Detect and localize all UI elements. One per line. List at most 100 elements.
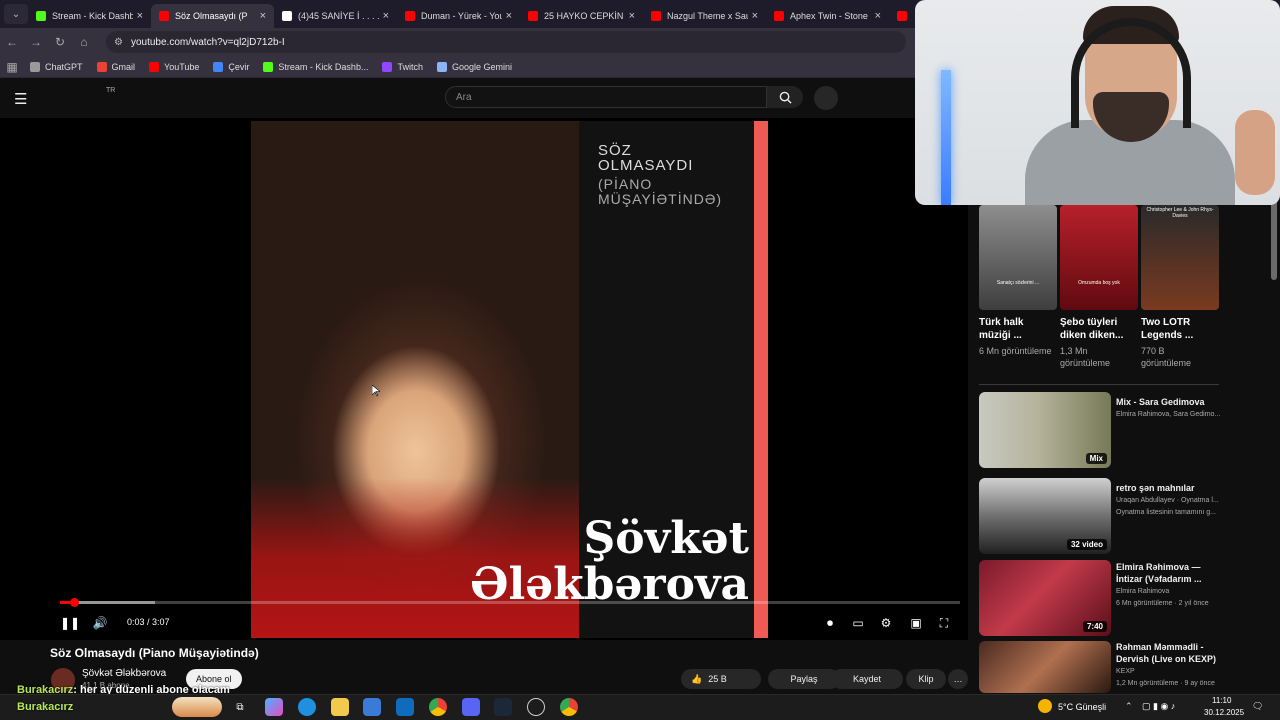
tab-close-icon[interactable]: ×	[875, 10, 881, 22]
site-info-icon[interactable]: ⚙	[114, 37, 123, 48]
progress-bar[interactable]	[60, 598, 960, 607]
rec-thumbnail-4[interactable]	[979, 641, 1111, 693]
steam-icon[interactable]	[494, 698, 512, 716]
rec-thumbnail-3[interactable]: 7:40	[979, 560, 1111, 636]
chrome-secondary-icon[interactable]	[560, 698, 578, 716]
apps-grid-icon[interactable]: ▦	[0, 60, 24, 74]
bookmark-label: Stream - Kick Dashb...	[278, 61, 369, 72]
menu-hamburger-icon[interactable]: ☰	[14, 90, 27, 108]
discord-icon[interactable]	[462, 698, 480, 716]
file-explorer-icon[interactable]	[331, 698, 349, 716]
browser-tab[interactable]: Aphex Twin - Stone In ×	[766, 4, 889, 28]
tab-favicon-icon	[159, 11, 169, 21]
region-label: TR	[106, 87, 116, 94]
settings-gear-icon[interactable]: ⚙	[878, 614, 894, 632]
like-button[interactable]: 👍 25 B	[681, 669, 761, 689]
subtitles-icon[interactable]: ▭	[850, 614, 866, 632]
fullscreen-icon[interactable]: ⛶	[936, 614, 952, 632]
chat-username-overlay: Burakacırz	[17, 701, 74, 713]
short-title-2[interactable]: Şebo tüyleri diken diken...	[1060, 316, 1136, 342]
progress-scrubber[interactable]	[70, 598, 80, 607]
browser-tab[interactable]: Nazgul Theme x Saur ×	[643, 4, 766, 28]
bookmark-favicon-icon	[263, 61, 274, 72]
bookmark-item[interactable]: Twitch	[382, 61, 423, 72]
tab-close-icon[interactable]: ×	[506, 10, 512, 22]
tray-time[interactable]: 11:10	[1212, 696, 1231, 705]
bookmark-item[interactable]: Google Gemini	[436, 61, 512, 72]
edge-icon[interactable]	[298, 698, 316, 716]
bookmark-item[interactable]: ChatGPT	[30, 61, 83, 72]
headset-icon	[1071, 18, 1191, 128]
bookmark-item[interactable]: Stream - Kick Dashb...	[263, 61, 369, 72]
bookmark-label: ChatGPT	[45, 61, 83, 72]
bookmark-item[interactable]: YouTube	[149, 61, 200, 72]
tray-date[interactable]: 30.12.2025	[1204, 708, 1244, 717]
video-player[interactable]: SÖZ OLMASAYDI (PİANO MÜŞAYİƏTİNDƏ) Şövkə…	[0, 118, 968, 640]
bookmark-label: YouTube	[164, 61, 200, 72]
tab-list: Stream - Kick Dashbo × Söz Olmasaydı (P × (4…	[28, 0, 919, 28]
rec-title-2[interactable]: retro şən mahnılar	[1116, 482, 1226, 494]
cover-red-stripe	[754, 121, 768, 638]
browser-tab[interactable]: (4)45 SANİYE İ . . . . . ×	[274, 4, 397, 28]
rec-title-4[interactable]: Rəhman Məmmədli - Dervish (Live on KEXP)	[1116, 641, 1226, 665]
url-field[interactable]: ⚙ youtube.com/watch?v=ql2jD712b-I	[106, 31, 906, 53]
volume-icon[interactable]: 🔊	[92, 614, 108, 632]
save-button[interactable]: Kaydet	[831, 669, 903, 689]
tray-chevron-up-icon[interactable]: ⌃	[1125, 701, 1133, 712]
more-actions-button[interactable]: …	[948, 669, 968, 689]
back-arrow-icon[interactable]: ←	[0, 35, 24, 49]
rec-thumbnail-1[interactable]: Mix	[979, 392, 1111, 468]
chrome-icon[interactable]	[429, 698, 447, 716]
theater-mode-icon[interactable]: ▣	[908, 614, 924, 632]
store-icon[interactable]	[363, 698, 381, 716]
notification-icon[interactable]: 🗨	[1252, 701, 1263, 712]
tab-close-icon[interactable]: ×	[752, 10, 758, 22]
autoplay-toggle-icon[interactable]: ⏺	[820, 614, 840, 632]
tray-weather[interactable]: 5°C Güneşli	[1058, 702, 1106, 712]
channel-name[interactable]: Şövkət Ələkbərova	[82, 668, 166, 679]
short-title-3[interactable]: Two LOTR Legends ...	[1141, 316, 1217, 342]
short-thumbnail-2[interactable]	[1060, 205, 1138, 310]
rec-thumbnail-2[interactable]: 32 video	[979, 478, 1111, 554]
tray-icons[interactable]: ▢ ▮ ◉ ♪	[1142, 701, 1175, 712]
tab-close-icon[interactable]: ×	[137, 10, 143, 22]
pause-icon[interactable]: ❚❚	[60, 614, 80, 632]
weather-widget-icon[interactable]	[172, 697, 222, 717]
copilot-icon[interactable]	[265, 698, 283, 716]
search-icon	[779, 91, 792, 104]
short-thumbnail-1[interactable]	[979, 205, 1057, 310]
clip-button[interactable]: Klip	[906, 669, 946, 689]
rec-sub1-4: KEXP	[1116, 668, 1135, 675]
rec-title-1[interactable]: Mix - Sara Gedimova	[1116, 396, 1226, 408]
tab-favicon-icon	[282, 11, 292, 21]
bookmark-favicon-icon	[213, 61, 224, 72]
outlook-icon[interactable]	[396, 698, 414, 716]
tab-search-chevron-icon[interactable]: ⌄	[4, 4, 28, 24]
short-title-1[interactable]: Türk halk müziği ...	[979, 316, 1055, 342]
bookmark-item[interactable]: Gmail	[96, 61, 135, 72]
task-view-icon[interactable]: ⧉	[231, 698, 249, 716]
forward-arrow-icon[interactable]: →	[24, 35, 48, 49]
short-thumbnail-3[interactable]	[1141, 205, 1219, 310]
album-cover: SÖZ OLMASAYDI (PİANO MÜŞAYİƏTİNDƏ) Şövkə…	[251, 121, 768, 638]
tab-close-icon[interactable]: ×	[629, 10, 635, 22]
tab-close-icon[interactable]: ×	[260, 10, 266, 22]
search-button[interactable]	[767, 86, 803, 108]
share-button[interactable]: Paylaş	[768, 669, 840, 689]
home-icon[interactable]: ⌂	[72, 35, 96, 49]
obs-icon[interactable]	[527, 698, 545, 716]
rec-sub2-4: 1,2 Mn görüntüleme · 9 ay önce	[1116, 680, 1215, 687]
rec-title-3[interactable]: Elmira Rəhimova — İntizar (Vəfadarım ...	[1116, 561, 1226, 585]
url-text: youtube.com/watch?v=ql2jD712b-I	[130, 36, 285, 48]
browser-tab[interactable]: Duman - Yürek - You ×	[397, 4, 520, 28]
search-input[interactable]: Ara	[445, 86, 767, 108]
bookmark-favicon-icon	[382, 61, 393, 72]
bookmark-item[interactable]: Çevir	[213, 61, 249, 72]
browser-tab[interactable]: Stream - Kick Dashbo ×	[28, 4, 151, 28]
voice-search-button[interactable]	[814, 86, 838, 110]
tab-close-icon[interactable]: ×	[383, 10, 389, 22]
browser-tab[interactable]: 25 HAYKO CEPKİN - (×	[520, 4, 643, 28]
weather-sun-icon	[1038, 699, 1052, 713]
reload-icon[interactable]: ↻	[48, 35, 72, 49]
browser-tab[interactable]: Söz Olmasaydı (P ×	[151, 4, 274, 28]
